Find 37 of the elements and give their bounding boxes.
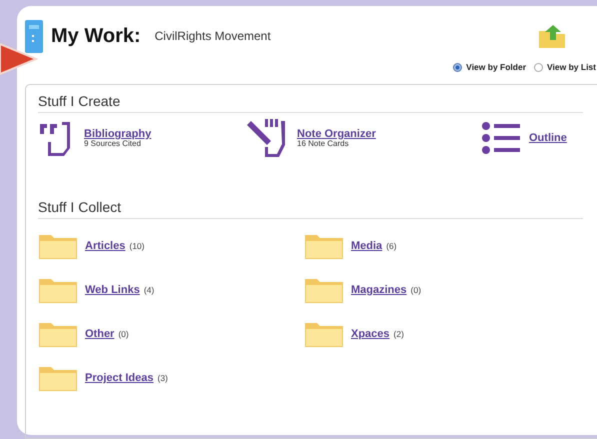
item-count: 16 Note Cards (297, 140, 349, 148)
folder-link[interactable]: Magazines (351, 284, 407, 296)
book-icon (25, 20, 43, 52)
radio-label: View by List (547, 62, 596, 72)
section-heading: Stuff I Collect (38, 199, 583, 219)
folder-link[interactable]: Articles (85, 240, 126, 252)
folder-link[interactable]: Other (85, 328, 114, 340)
folder-icon[interactable] (304, 276, 344, 304)
tool-link[interactable]: Bibliography (84, 128, 152, 140)
list-icon (481, 121, 521, 155)
radio-button[interactable] (534, 62, 544, 72)
folder-link[interactable]: Web Links (85, 284, 140, 296)
project-name: CivilRights Movement (154, 29, 272, 43)
folder-link[interactable]: Xpaces (351, 328, 390, 340)
folder-icon[interactable] (38, 364, 78, 392)
folder-icon[interactable] (304, 320, 344, 348)
item-count: (0) (410, 285, 422, 295)
section-heading: Stuff I Create (38, 93, 583, 113)
folder-icon[interactable] (304, 232, 344, 260)
folder-icon[interactable] (38, 320, 78, 348)
radio-button[interactable] (453, 62, 462, 72)
tool-link[interactable]: Outline (529, 132, 567, 144)
folder-icon[interactable] (38, 232, 78, 260)
page-title: My Work: (51, 24, 141, 48)
item-count: 9 Sources Cited (84, 140, 141, 148)
item-count: (3) (157, 373, 168, 383)
radio-label: View by Folder (466, 62, 526, 72)
folder-icon[interactable] (38, 276, 78, 304)
folder-link[interactable]: Media (351, 240, 382, 252)
item-count: (0) (118, 329, 129, 339)
item-count: (4) (144, 285, 154, 295)
item-count: (10) (129, 241, 144, 251)
item-count: (6) (386, 241, 397, 251)
item-count: (2) (394, 329, 404, 339)
export-folder-icon[interactable] (537, 23, 567, 49)
tool-link[interactable]: Note Organizer (297, 128, 376, 140)
folder-link[interactable]: Project Ideas (85, 372, 154, 384)
